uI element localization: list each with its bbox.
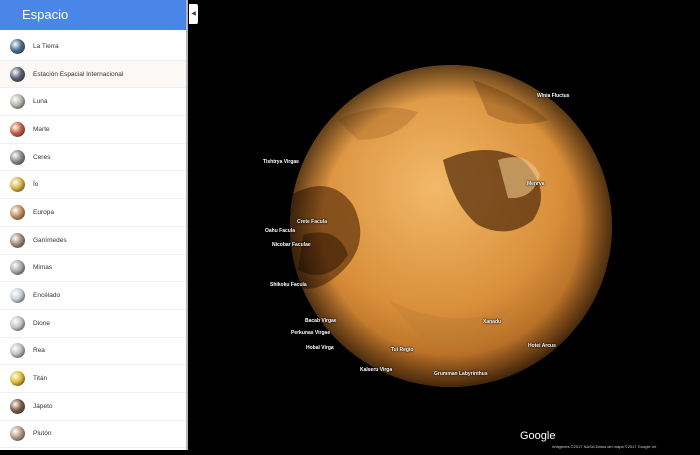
earth-thumbnail-icon: [10, 38, 25, 54]
ceres-thumbnail-icon: [10, 149, 25, 165]
map-attribution[interactable]: Imágenes ©2017 NASA,Datos del mapa ©2017…: [552, 444, 656, 449]
list-item-titan[interactable]: Titán: [0, 365, 186, 393]
map-label-winia-fluctus[interactable]: Winia Fluctus: [537, 93, 569, 99]
list-item-label: Jápeto: [33, 402, 53, 410]
list-item-rea[interactable]: Rea: [0, 338, 186, 366]
mars-thumbnail-icon: [10, 121, 25, 137]
list-item-ganimedes[interactable]: Ganímedes: [0, 227, 186, 255]
list-item-label: Ío: [33, 181, 39, 189]
list-item-encelado[interactable]: Encélado: [0, 282, 186, 310]
dione-thumbnail-icon: [10, 315, 25, 331]
list-item-dione[interactable]: Dione: [0, 310, 186, 338]
list-item-label: Luna: [33, 98, 48, 106]
list-item-label: Europa: [33, 208, 54, 216]
list-item-japeto[interactable]: Jápeto: [0, 393, 186, 421]
list-item-label: Rea: [33, 347, 45, 355]
list-item-estacion-espacial[interactable]: Estación Espacial Internacional: [0, 60, 186, 89]
list-item-label: Estación Espacial Internacional: [33, 70, 124, 78]
iapetus-thumbnail-icon: [10, 398, 25, 414]
europa-thumbnail-icon: [10, 204, 25, 220]
list-item-label: Titán: [33, 375, 48, 383]
list-item-label: Plutón: [33, 430, 52, 438]
map-label-crete-facula[interactable]: Crete Facula: [297, 219, 327, 225]
list-item-la-tierra[interactable]: La Tierra: [0, 33, 186, 61]
planet-limb-shade: [290, 65, 612, 387]
pluto-thumbnail-icon: [10, 426, 25, 442]
list-item-marte[interactable]: Marte: [0, 116, 186, 144]
list-item-ceres[interactable]: Ceres: [0, 144, 186, 172]
map-label-tishtrya-virgae[interactable]: Tishtrya Virgae: [263, 159, 299, 165]
map-label-perkunas-virgae[interactable]: Perkunas Virgae: [291, 330, 330, 336]
map-label-grumman-labyrinthus[interactable]: Grumman Labyrinthus: [434, 371, 488, 377]
map-label-bacab-virgae[interactable]: Bacab Virgae: [305, 318, 337, 324]
io-thumbnail-icon: [10, 177, 25, 193]
moon-thumbnail-icon: [10, 94, 25, 110]
list-item-io[interactable]: Ío: [0, 171, 186, 200]
map-view[interactable]: Winia Fluctus Tishtrya Virgae Menrva Cre…: [188, 0, 700, 450]
map-label-hobal-virga[interactable]: Hobal Virga: [306, 345, 334, 351]
list-item-europa[interactable]: Europa: [0, 199, 186, 227]
map-label-kalseru-virga[interactable]: Kalseru Virga: [360, 367, 392, 373]
map-label-oahu-facula[interactable]: Oahu Facula: [265, 228, 295, 234]
sidebar: Espacio La Tierra Estación Espacial Inte…: [0, 0, 188, 450]
map-label-menrva[interactable]: Menrva: [527, 181, 545, 187]
list-item-label: Ganímedes: [33, 236, 67, 244]
list-item-label: La Tierra: [33, 42, 59, 50]
map-label-nicobar-faculae[interactable]: Nicobar Faculae: [272, 242, 311, 248]
titan-globe[interactable]: [188, 0, 700, 450]
map-label-tui-regio[interactable]: Tui Regio: [391, 347, 413, 353]
map-label-hotei-arcus[interactable]: Hotei Arcus: [528, 343, 556, 349]
list-item-mimas[interactable]: Mimas: [0, 255, 186, 283]
mimas-thumbnail-icon: [10, 260, 25, 276]
list-item-label: Encélado: [33, 292, 61, 300]
celestial-body-list: La Tierra Estación Espacial Internaciona…: [0, 33, 186, 449]
sidebar-title: Espacio: [22, 7, 69, 22]
map-label-xanadu[interactable]: Xanadu: [483, 319, 501, 325]
space-station-thumbnail-icon: [10, 66, 25, 82]
list-item-label: Mimas: [33, 264, 53, 272]
list-item-luna[interactable]: Luna: [0, 88, 186, 117]
list-item-label: Ceres: [33, 153, 51, 161]
sidebar-header: Espacio: [0, 0, 188, 30]
rhea-thumbnail-icon: [10, 343, 25, 359]
ganymede-thumbnail-icon: [10, 232, 25, 248]
google-logo: Google: [520, 430, 556, 442]
list-item-pluton[interactable]: Plutón: [0, 421, 186, 449]
list-item-label: Marte: [33, 125, 50, 133]
enceladus-thumbnail-icon: [10, 288, 25, 304]
map-label-shikoku-facula[interactable]: Shikoku Facula: [270, 282, 307, 288]
list-item-label: Dione: [33, 319, 50, 327]
titan-thumbnail-icon: [10, 371, 25, 387]
